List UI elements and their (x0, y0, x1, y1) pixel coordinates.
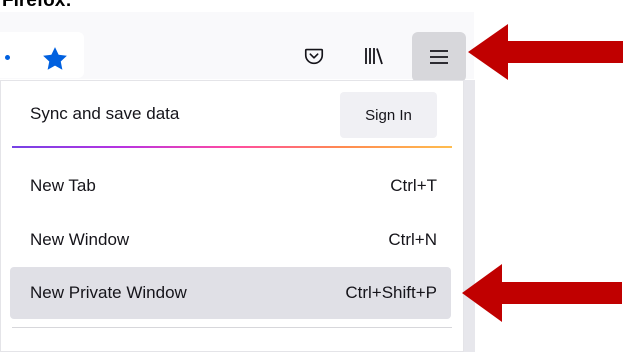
menu-separator (12, 327, 452, 328)
pocket-button[interactable] (294, 34, 334, 78)
pocket-icon (304, 48, 324, 65)
bookmark-star-button[interactable] (40, 44, 70, 74)
menu-item-shortcut: Ctrl+Shift+P (345, 283, 437, 302)
star-icon (43, 47, 67, 70)
app-menu-button[interactable] (412, 32, 466, 82)
sync-label: Sync and save data (30, 104, 180, 123)
caption-text: Firefox: (2, 0, 72, 11)
menu-item-shortcut: Ctrl+N (388, 230, 437, 249)
sign-in-button[interactable]: Sign In (340, 92, 437, 138)
url-bar-indicator-icon (5, 55, 10, 60)
menu-item-label: New Private Window (30, 283, 187, 302)
hamburger-menu-icon (430, 50, 448, 64)
gradient-separator (12, 146, 452, 148)
menu-item-shortcut: Ctrl+T (390, 176, 437, 195)
app-menu-panel: Sync and save data Sign In New Tab Ctrl+… (0, 80, 464, 352)
menu-item-new-tab[interactable]: New Tab Ctrl+T (10, 160, 451, 212)
menu-item-new-window[interactable]: New Window Ctrl+N (10, 214, 451, 266)
library-button[interactable] (354, 34, 394, 78)
library-icon (365, 48, 383, 65)
menu-item-new-private-window[interactable]: New Private Window Ctrl+Shift+P (10, 267, 451, 319)
sync-row: Sync and save data Sign In (0, 80, 464, 146)
menu-item-label: New Window (30, 230, 130, 249)
annotation-arrow-icon (462, 264, 622, 322)
annotation-arrow-icon (468, 24, 623, 80)
menu-item-label: New Tab (30, 176, 96, 195)
browser-toolbar (0, 12, 474, 82)
